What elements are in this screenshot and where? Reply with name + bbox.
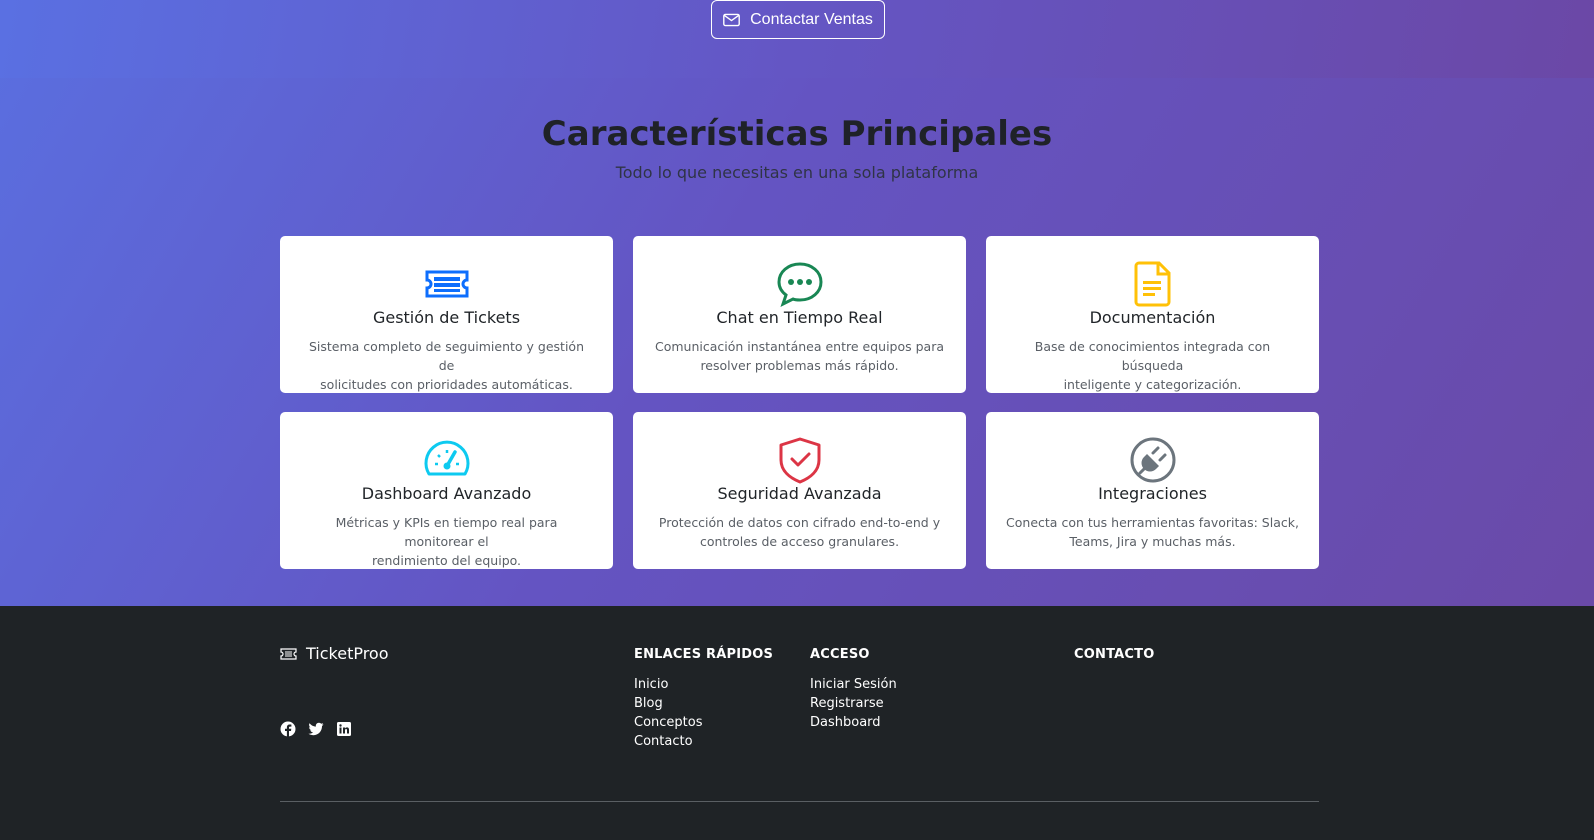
plug-icon: [1130, 437, 1175, 483]
feature-title: Dashboard Avanzado: [361, 484, 532, 503]
feature-description: Base de conocimientos integrada con búsq…: [1034, 339, 1271, 392]
ticket-icon: [425, 270, 468, 298]
footer-quick-links-title: ENLACES RÁPIDOS: [634, 647, 774, 662]
footer-contact-title: CONTACTO: [1074, 647, 1155, 662]
feature-card-documentation: Documentación Base de conocimientos inte…: [986, 236, 1319, 393]
feature-card-security: Seguridad Avanzada Protección de datos c…: [633, 412, 966, 569]
feature-title: Seguridad Avanzada: [717, 484, 882, 503]
feature-description: Conecta con tus herramientas favoritas: …: [1006, 515, 1299, 549]
feature-card-tickets: Gestión de Tickets Sistema completo de s…: [280, 236, 613, 393]
shield-check-icon: [779, 437, 820, 484]
footer-brand[interactable]: TicketProo: [280, 644, 389, 663]
features-subtitle: Todo lo que necesitas en una sola plataf…: [615, 163, 979, 182]
footer-link-blog[interactable]: Blog: [634, 696, 663, 711]
ticket-icon: [280, 647, 297, 660]
footer-link-contacto[interactable]: Contacto: [634, 734, 693, 749]
social-links: [280, 721, 364, 737]
chat-icon: [776, 262, 823, 307]
footer-link-dashboard[interactable]: Dashboard: [810, 715, 881, 730]
feature-title: Chat en Tiempo Real: [716, 308, 883, 327]
footer-link-inicio[interactable]: Inicio: [634, 677, 668, 692]
envelope-icon: [723, 13, 741, 26]
contact-sales-button[interactable]: Contactar Ventas: [711, 0, 885, 39]
footer-link-conceptos[interactable]: Conceptos: [634, 715, 703, 730]
facebook-icon[interactable]: [280, 721, 296, 737]
footer-divider: [280, 801, 1319, 802]
feature-title: Integraciones: [1098, 484, 1207, 503]
footer-brand-name: TicketProo: [306, 644, 389, 663]
feature-description: Métricas y KPIs en tiempo real para moni…: [335, 515, 558, 568]
twitter-icon[interactable]: [308, 721, 324, 737]
feature-title: Documentación: [1089, 308, 1216, 327]
speedometer-icon: [424, 440, 469, 476]
features-title: Características Principales: [541, 114, 1053, 154]
feature-title: Gestión de Tickets: [372, 308, 521, 327]
feature-description: Sistema completo de seguimiento y gestió…: [308, 339, 584, 392]
footer-link-register[interactable]: Registrarse: [810, 696, 884, 711]
feature-description: Comunicación instantánea entre equipos p…: [654, 339, 944, 373]
feature-card-dashboard: Dashboard Avanzado Métricas y KPIs en ti…: [280, 412, 613, 569]
feature-description: Protección de datos con cifrado end-to-e…: [658, 515, 941, 549]
footer-link-login[interactable]: Iniciar Sesión: [810, 677, 897, 692]
contact-sales-label: Contactar Ventas: [750, 10, 873, 28]
document-icon: [1134, 261, 1170, 307]
feature-card-chat: Chat en Tiempo Real Comunicación instant…: [633, 236, 966, 393]
feature-card-integrations: Integraciones Conecta con tus herramient…: [986, 412, 1319, 569]
linkedin-icon[interactable]: [336, 721, 352, 737]
footer-access-title: ACCESO: [810, 647, 870, 662]
